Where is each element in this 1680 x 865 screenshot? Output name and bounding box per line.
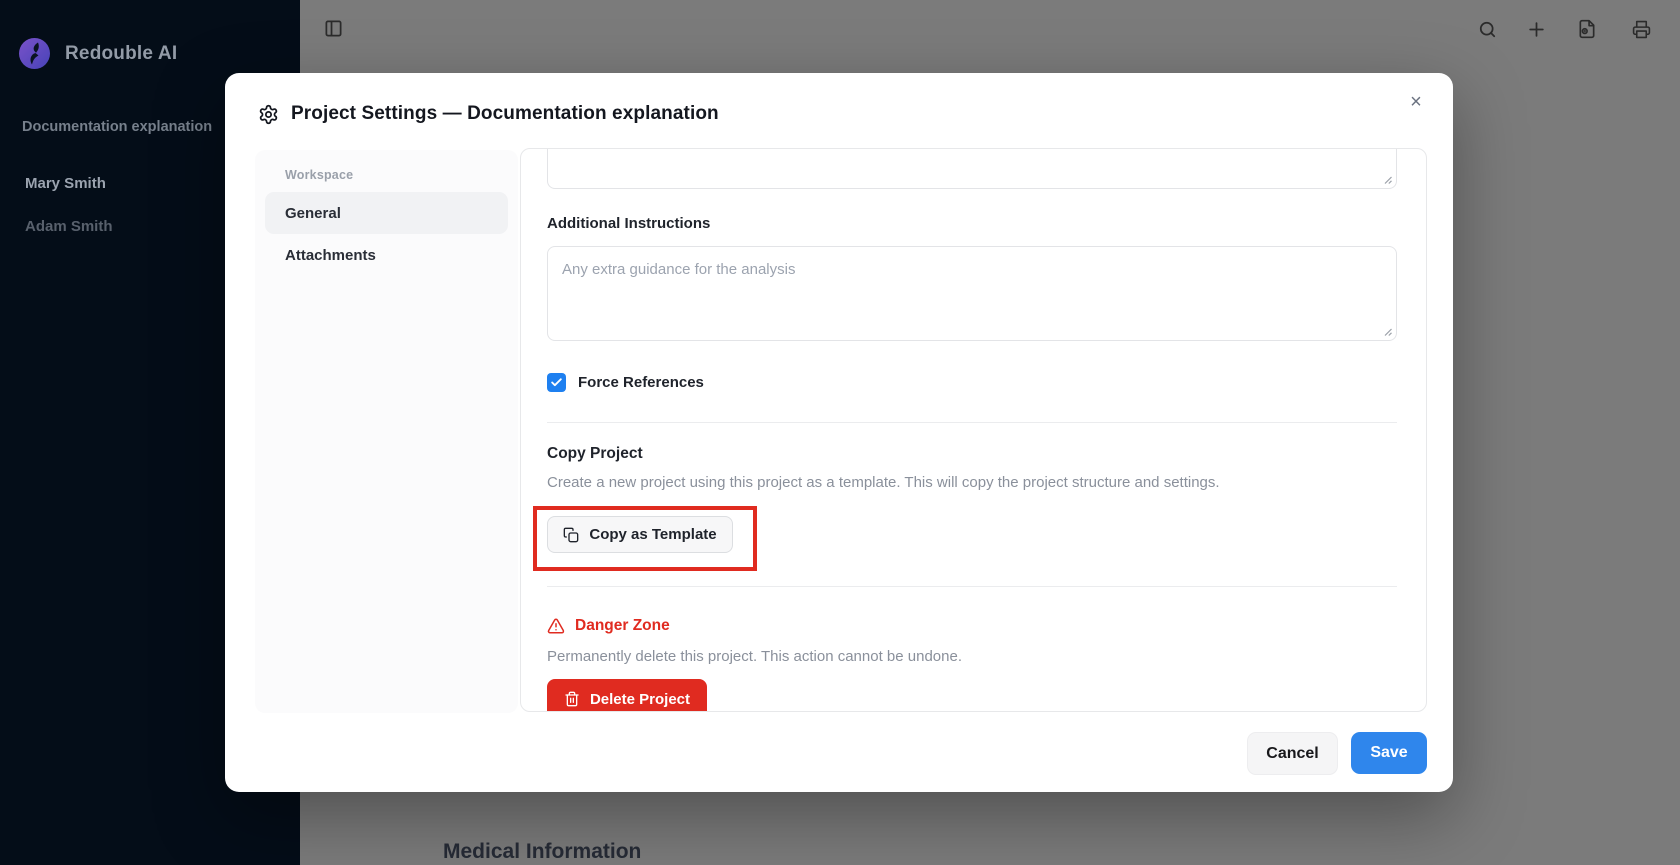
dialog-title: Project Settings — Documentation explana… [291,103,719,125]
trash-icon [564,691,580,707]
tab-attachments[interactable]: Attachments [265,234,508,276]
settings-content-panel: Additional Instructions Force References… [520,148,1427,712]
dialog-footer: Cancel Save [1247,732,1427,775]
scrolled-textarea-wrap [547,148,1397,189]
checkbox-checked-icon[interactable] [547,373,566,392]
force-references-label: Force References [578,374,704,391]
sidebar-item-patient[interactable]: Mary Smith [25,175,106,192]
plus-icon[interactable] [1527,20,1546,39]
warning-triangle-icon [547,617,565,635]
copy-project-title: Copy Project [547,445,1397,463]
danger-zone-header: Danger Zone [547,617,1397,635]
project-description-textarea[interactable] [547,148,1397,189]
danger-zone-description: Permanently delete this project. This ac… [547,647,1397,667]
brand: Redouble AI [19,38,177,69]
cancel-button[interactable]: Cancel [1247,732,1338,775]
additional-instructions-textarea[interactable] [547,246,1397,341]
copy-as-template-label: Copy as Template [589,526,716,543]
close-icon[interactable]: × [1401,87,1431,117]
copy-as-template-button[interactable]: Copy as Template [547,516,733,553]
force-references-checkbox-row[interactable]: Force References [547,373,1397,392]
panel-left-icon[interactable] [324,19,343,38]
gear-icon [258,104,279,125]
save-button[interactable]: Save [1351,732,1427,774]
file-settings-icon[interactable] [1577,19,1597,39]
dialog-header: Project Settings — Documentation explana… [258,103,719,125]
search-icon[interactable] [1478,20,1497,39]
copy-icon [563,527,579,543]
background-section-title: Medical Information [443,840,641,864]
divider [547,586,1397,587]
additional-instructions-wrap [547,246,1397,341]
printer-icon[interactable] [1632,20,1651,39]
divider [547,422,1397,423]
tab-general[interactable]: General [265,192,508,234]
redouble-logo-icon [19,38,50,69]
danger-zone-title: Danger Zone [575,617,670,635]
project-settings-dialog: Project Settings — Documentation explana… [225,73,1453,792]
delete-project-label: Delete Project [590,691,690,708]
brand-name: Redouble AI [65,43,177,65]
delete-project-button[interactable]: Delete Project [547,679,707,712]
nav-group-label: Workspace [285,168,508,182]
sidebar-item-patient[interactable]: Adam Smith [25,218,113,235]
additional-instructions-label: Additional Instructions [547,215,1397,232]
settings-nav: Workspace General Attachments [255,150,518,713]
annotation-highlight-box: Copy as Template [533,506,757,571]
copy-project-description: Create a new project using this project … [547,473,1397,493]
